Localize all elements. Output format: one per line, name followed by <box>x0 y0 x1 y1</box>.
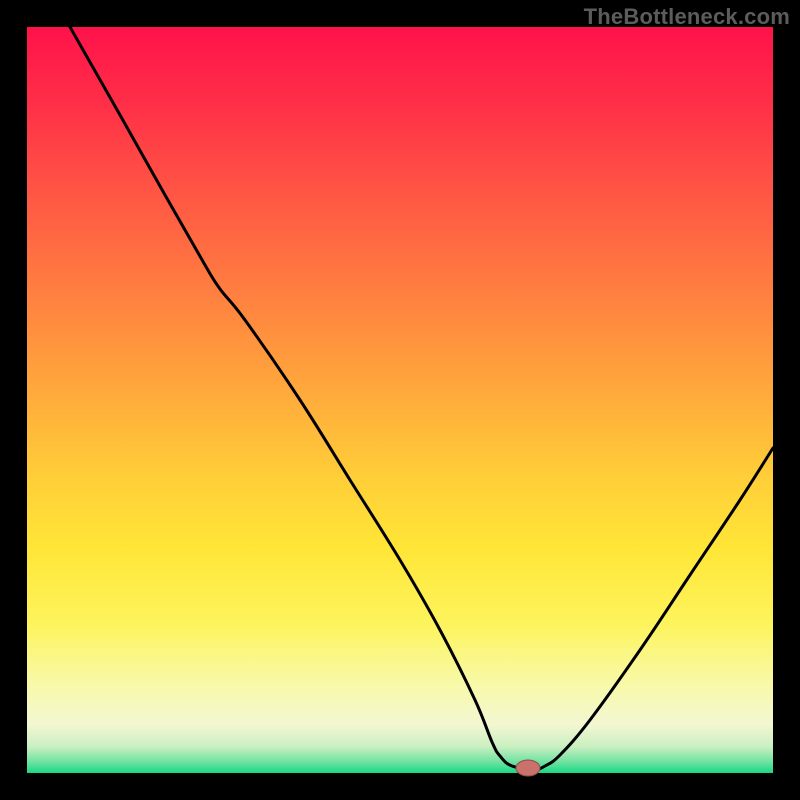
bottleneck-chart <box>0 0 800 800</box>
optimal-marker <box>516 760 540 776</box>
watermark-text: TheBottleneck.com <box>584 4 790 30</box>
plot-background <box>27 27 773 773</box>
chart-frame: { "watermark": "TheBottleneck.com", "col… <box>0 0 800 800</box>
